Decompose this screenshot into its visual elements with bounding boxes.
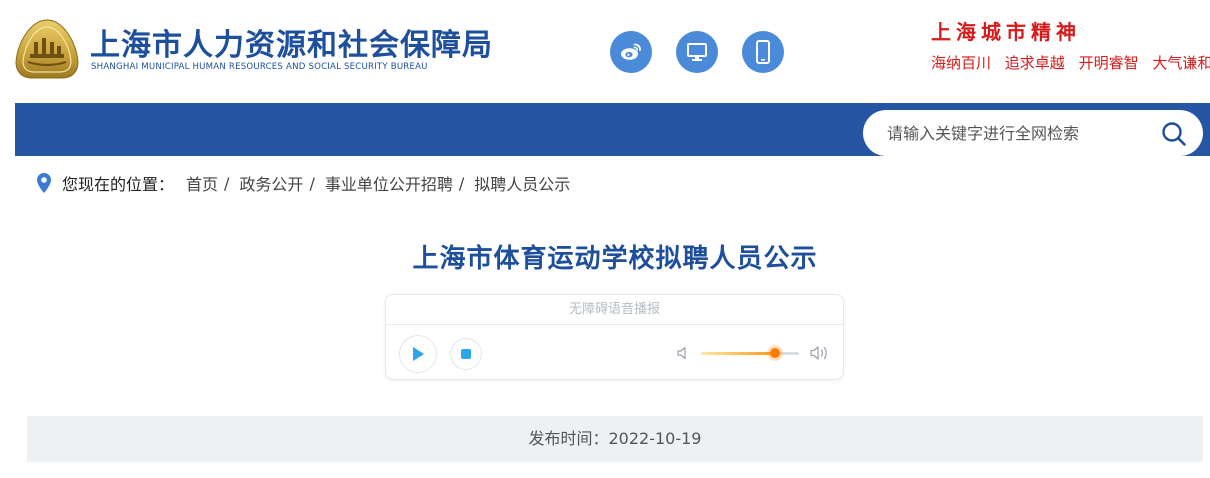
breadcrumb-item-gov-affairs[interactable]: 政务公开 [239, 171, 303, 195]
spirit-word: 开明睿智 [1078, 54, 1139, 72]
publish-date: 发布时间：2022-10-19 [528, 429, 702, 448]
breadcrumb-separator: / [224, 173, 230, 193]
search-input[interactable] [887, 123, 1147, 143]
publish-date-bar: 发布时间：2022-10-19 [27, 416, 1203, 462]
volume-down-icon[interactable] [675, 345, 691, 361]
spirit-word: 追求卓越 [1004, 54, 1065, 72]
breadcrumb-item-public-recruitment[interactable]: 事业单位公开招聘 [325, 171, 453, 195]
volume-fill [701, 352, 776, 355]
article-title: 上海市体育运动学校拟聘人员公示 [412, 244, 818, 274]
volume-up-icon[interactable] [809, 344, 831, 362]
mobile-version-link[interactable] [742, 31, 784, 73]
stop-icon [461, 349, 471, 359]
audio-player: 无障碍语音播报 [385, 294, 844, 380]
volume-slider[interactable] [701, 348, 799, 358]
breadcrumb-separator: / [458, 173, 465, 193]
breadcrumb-item-current[interactable]: 拟聘人员公示 [474, 171, 570, 195]
bureau-emblem-logo[interactable] [14, 18, 80, 80]
city-spirit-words: 海纳百川 追求卓越 开明睿智 大气谦和 [931, 52, 1210, 73]
site-header: 上海市人力资源和社会保障局 SHANGHAI MUNICIPAL HUMAN R… [0, 0, 1210, 100]
mobile-icon [756, 40, 770, 64]
weibo-link[interactable] [610, 31, 652, 73]
desktop-icon [687, 43, 707, 61]
spirit-word: 海纳百川 [931, 54, 992, 72]
weibo-icon [621, 43, 641, 60]
breadcrumb-item-home[interactable]: 首页 [186, 171, 218, 195]
breadcrumb: 您现在的位置： 首页 / 政务公开 / 事业单位公开招聘 / 拟聘人员公示 [36, 172, 570, 194]
breadcrumb-separator: / [309, 173, 315, 193]
site-title-en: SHANGHAI MUNICIPAL HUMAN RESOURCES AND S… [91, 62, 428, 72]
desktop-version-link[interactable] [676, 31, 718, 73]
site-title-cn[interactable]: 上海市人力资源和社会保障局 [90, 20, 493, 64]
site-search-box [863, 110, 1203, 156]
player-header-label: 无障碍语音播报 [386, 295, 843, 325]
location-pin-icon [37, 173, 51, 193]
stop-button[interactable] [450, 338, 482, 370]
play-button[interactable] [399, 335, 437, 373]
breadcrumb-label: 您现在的位置： [62, 175, 175, 194]
volume-handle[interactable] [770, 348, 781, 358]
spirit-word: 大气谦和 [1152, 54, 1210, 72]
play-icon [413, 347, 424, 361]
city-spirit-title: 上海城市精神 [931, 20, 1081, 44]
search-icon[interactable] [1161, 121, 1187, 147]
